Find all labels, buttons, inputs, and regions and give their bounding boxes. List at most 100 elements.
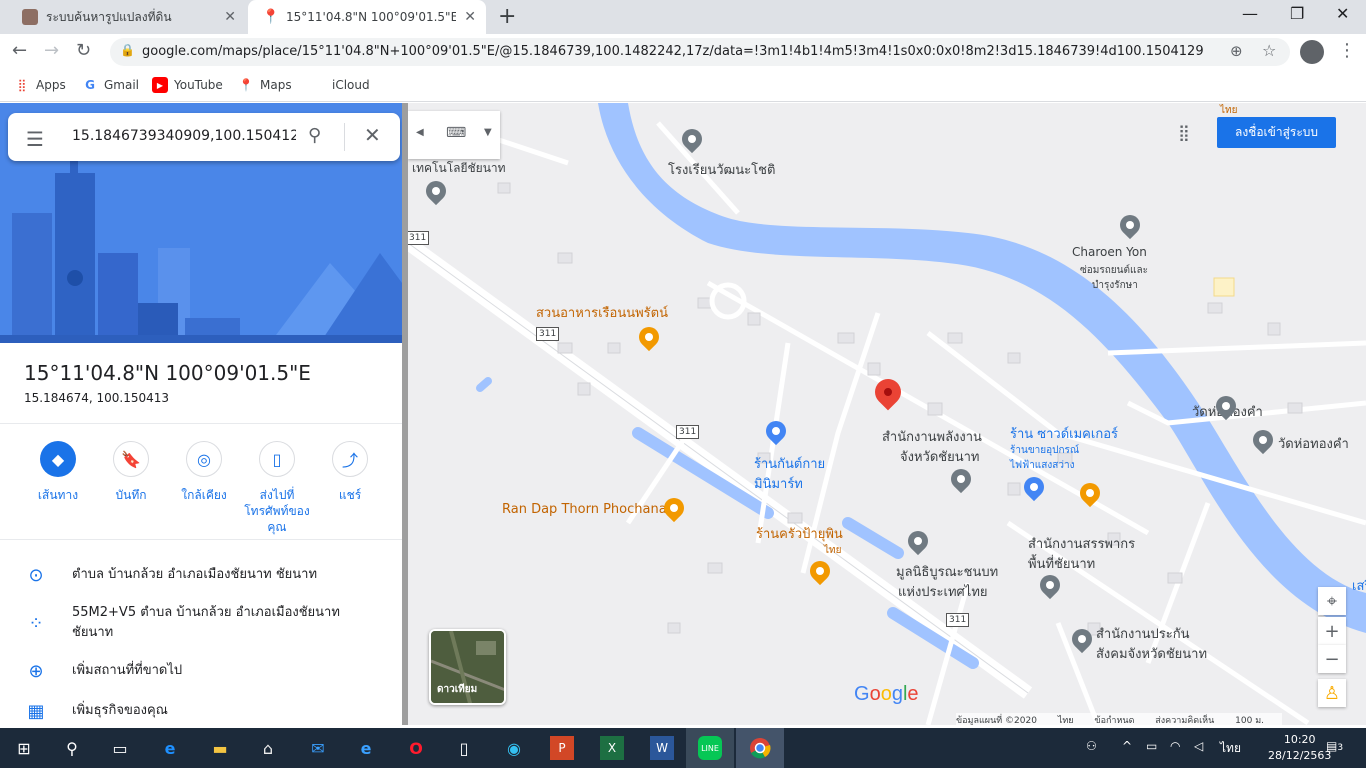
search-icon[interactable]: ⚲ bbox=[308, 125, 321, 146]
notifications-icon[interactable]: ▤3 bbox=[1326, 739, 1343, 753]
profile-avatar[interactable] bbox=[1300, 40, 1324, 64]
bookmarks-bar: ⣿ Apps G Gmail ▶ YouTube 📍 Maps iCloud bbox=[0, 70, 1366, 102]
close-tab-icon[interactable]: ✕ bbox=[464, 9, 476, 25]
zoom-out-button[interactable]: − bbox=[1318, 645, 1346, 673]
opera-icon[interactable]: O bbox=[404, 736, 428, 760]
battery-icon[interactable]: ▭ bbox=[1146, 739, 1157, 753]
minimart-label[interactable]: ร้านกันต์กาย bbox=[754, 453, 825, 474]
address-bar[interactable]: 🔒 google.com/maps/place/15°11'04.8"N+100… bbox=[110, 38, 1290, 66]
kitchen-label[interactable]: ร้านครัวป้ายุพิน bbox=[756, 523, 843, 544]
back-icon[interactable]: ← bbox=[12, 40, 27, 61]
foundation-label[interactable]: มูลนิธิบูรณะชนบท bbox=[896, 561, 998, 582]
bookmark-icloud[interactable]: iCloud bbox=[310, 77, 370, 93]
divider bbox=[0, 423, 402, 424]
bookmark-apps[interactable]: ⣿ Apps bbox=[14, 77, 66, 93]
chrome-app-button[interactable] bbox=[736, 728, 784, 768]
close-window-button[interactable]: ✕ bbox=[1336, 4, 1349, 23]
sound-maker-shop-label[interactable]: ร้าน ซาวด์เมคเกอร์ bbox=[1010, 423, 1118, 444]
foundation-label: แห่งประเทศไทย bbox=[898, 585, 988, 600]
forward-icon[interactable]: → bbox=[44, 40, 59, 61]
clear-search-icon[interactable]: ✕ bbox=[364, 123, 381, 147]
tab-land-search[interactable]: ระบบค้นหารูปแปลงที่ดิน ✕ bbox=[8, 0, 246, 34]
language-indicator[interactable]: ไทย bbox=[1220, 739, 1241, 758]
share-button[interactable]: ⤴ แชร์ bbox=[314, 441, 386, 503]
street-view-pegman[interactable]: ♙ bbox=[1318, 679, 1346, 707]
map-canvas[interactable]: ◀ ⌨ ▼ ⣿ ลงชื่อเข้าสู่ระบบ โรงเรียนวัฒนะโ… bbox=[408, 103, 1366, 725]
add-icon[interactable]: ⊕ bbox=[1230, 42, 1243, 60]
temple-label[interactable]: วัดห่อทองคำ bbox=[1278, 433, 1349, 454]
keyboard-icon[interactable]: ⌨ bbox=[446, 125, 466, 141]
excel-icon[interactable]: X bbox=[600, 736, 624, 760]
place-title: 15°11'04.8"N 100°09'01.5"E bbox=[24, 361, 311, 385]
social-security-label[interactable]: สำนักงานประกัน bbox=[1096, 623, 1190, 644]
powerpoint-icon[interactable]: P bbox=[550, 736, 574, 760]
charoen-yon-label[interactable]: Charoen Yon bbox=[1072, 245, 1147, 259]
shop-category: ไฟฟ้าแสงสว่าง bbox=[1010, 460, 1075, 471]
route-shield: 311 bbox=[536, 327, 560, 341]
people-icon[interactable]: ⚇ bbox=[1086, 739, 1097, 753]
store-icon[interactable]: ⌂ bbox=[256, 736, 280, 760]
restore-button[interactable]: ❐ bbox=[1290, 4, 1304, 23]
map-label: ไทย bbox=[1220, 105, 1238, 116]
nearby-icon: ◎ bbox=[186, 441, 222, 477]
sign-in-button[interactable]: ลงชื่อเข้าสู่ระบบ bbox=[1217, 117, 1336, 148]
star-icon[interactable]: ☆ bbox=[1262, 41, 1276, 60]
zoom-in-button[interactable]: + bbox=[1318, 617, 1346, 645]
revenue-office-label[interactable]: สำนักงานสรรพากร bbox=[1028, 533, 1135, 554]
minimart-label: มินิมาร์ท bbox=[754, 477, 803, 492]
collapse-panel-icon[interactable]: ◀ bbox=[416, 127, 424, 138]
internet-explorer-icon[interactable]: e bbox=[354, 736, 378, 760]
apple-icon bbox=[310, 77, 326, 93]
terms-link[interactable]: ข้อกำหนด bbox=[1094, 716, 1134, 725]
show-hidden-icons-icon[interactable]: ^ bbox=[1122, 739, 1132, 753]
feedback-link[interactable]: ส่งความคิดเห็น bbox=[1155, 716, 1214, 725]
clock[interactable]: 10:20 28/12/2563 bbox=[1268, 732, 1331, 764]
nearby-button[interactable]: ◎ ใกล้เคียง bbox=[168, 441, 240, 503]
school-label[interactable]: โรงเรียนวัฒนะโชติ bbox=[668, 159, 775, 180]
ran-dap-thorn-label[interactable]: Ran Dap Thorn Phochana bbox=[502, 502, 667, 517]
send-to-phone-button[interactable]: ▯ ส่งไปที่โทรศัพท์ของคุณ bbox=[241, 441, 313, 535]
dropdown-arrow-icon[interactable]: ▼ bbox=[484, 127, 492, 138]
search-box[interactable]: ☰ 15.1846739340909,100.15041294 ⚲ ✕ bbox=[8, 113, 400, 161]
volume-icon[interactable]: ◁ bbox=[1194, 739, 1203, 753]
add-business-icon: ▦ bbox=[27, 701, 45, 722]
action-label: เส้นทาง bbox=[37, 488, 79, 502]
more-menu-icon[interactable]: ⋮ bbox=[1338, 40, 1356, 61]
line-app-button[interactable]: LINE bbox=[686, 728, 734, 768]
save-button[interactable]: 🔖 บันทึก bbox=[95, 441, 167, 503]
search-icon[interactable]: ⚲ bbox=[60, 736, 84, 760]
bookmark-gmail[interactable]: G Gmail bbox=[82, 77, 139, 93]
reload-icon[interactable]: ↻ bbox=[76, 40, 91, 61]
menu-icon[interactable]: ☰ bbox=[26, 127, 44, 151]
new-tab-button[interactable]: + bbox=[498, 4, 516, 29]
file-explorer-icon[interactable]: ▬ bbox=[208, 736, 232, 760]
restaurant-label[interactable]: สวนอาหารเรือนนพรัตน์ bbox=[536, 302, 668, 323]
search-input[interactable]: 15.1846739340909,100.15041294 bbox=[72, 128, 296, 144]
route-shield: 311 bbox=[676, 425, 700, 439]
document-icon[interactable]: ▯ bbox=[452, 736, 476, 760]
my-location-button[interactable]: ⌖ bbox=[1318, 587, 1346, 615]
satellite-toggle[interactable]: ดาวเทียม bbox=[429, 629, 506, 705]
edge-legacy-icon[interactable]: e bbox=[158, 736, 182, 760]
clock-time: 10:20 bbox=[1283, 733, 1316, 746]
country-label[interactable]: ไทย bbox=[1058, 716, 1074, 725]
mail-icon[interactable]: ✉ bbox=[306, 736, 330, 760]
apps-grid-icon: ⣿ bbox=[17, 78, 27, 92]
bookmark-youtube[interactable]: ▶ YouTube bbox=[152, 77, 223, 93]
windows-start-icon[interactable]: ⊞ bbox=[12, 736, 36, 760]
scale-label[interactable]: 100 ม. bbox=[1235, 716, 1264, 725]
energy-office-label[interactable]: สำนักงานพลังงาน bbox=[882, 426, 982, 447]
tab-google-maps[interactable]: 📍 15°11'04.8"N 100°09'01.5"E - Goo ✕ bbox=[248, 0, 486, 34]
directions-button[interactable]: ◆ เส้นทาง bbox=[22, 441, 94, 503]
close-tab-icon[interactable]: ✕ bbox=[224, 9, 236, 25]
minimize-button[interactable]: — bbox=[1242, 4, 1258, 23]
task-view-icon[interactable]: ▭ bbox=[108, 736, 132, 760]
wifi-icon[interactable]: ◠ bbox=[1170, 739, 1180, 753]
bookmark-maps[interactable]: 📍 Maps bbox=[238, 77, 292, 93]
google-apps-icon[interactable]: ⣿ bbox=[1178, 123, 1190, 142]
tech-college-label[interactable]: เทคโนโลยีชัยนาท bbox=[412, 159, 506, 178]
input-tools-control[interactable]: ◀ ⌨ ▼ bbox=[408, 111, 500, 159]
edge-icon[interactable]: ◉ bbox=[502, 736, 526, 760]
map-data-credit: ข้อมูลแผนที่ ©2020 bbox=[956, 716, 1037, 725]
word-icon[interactable]: W bbox=[650, 736, 674, 760]
